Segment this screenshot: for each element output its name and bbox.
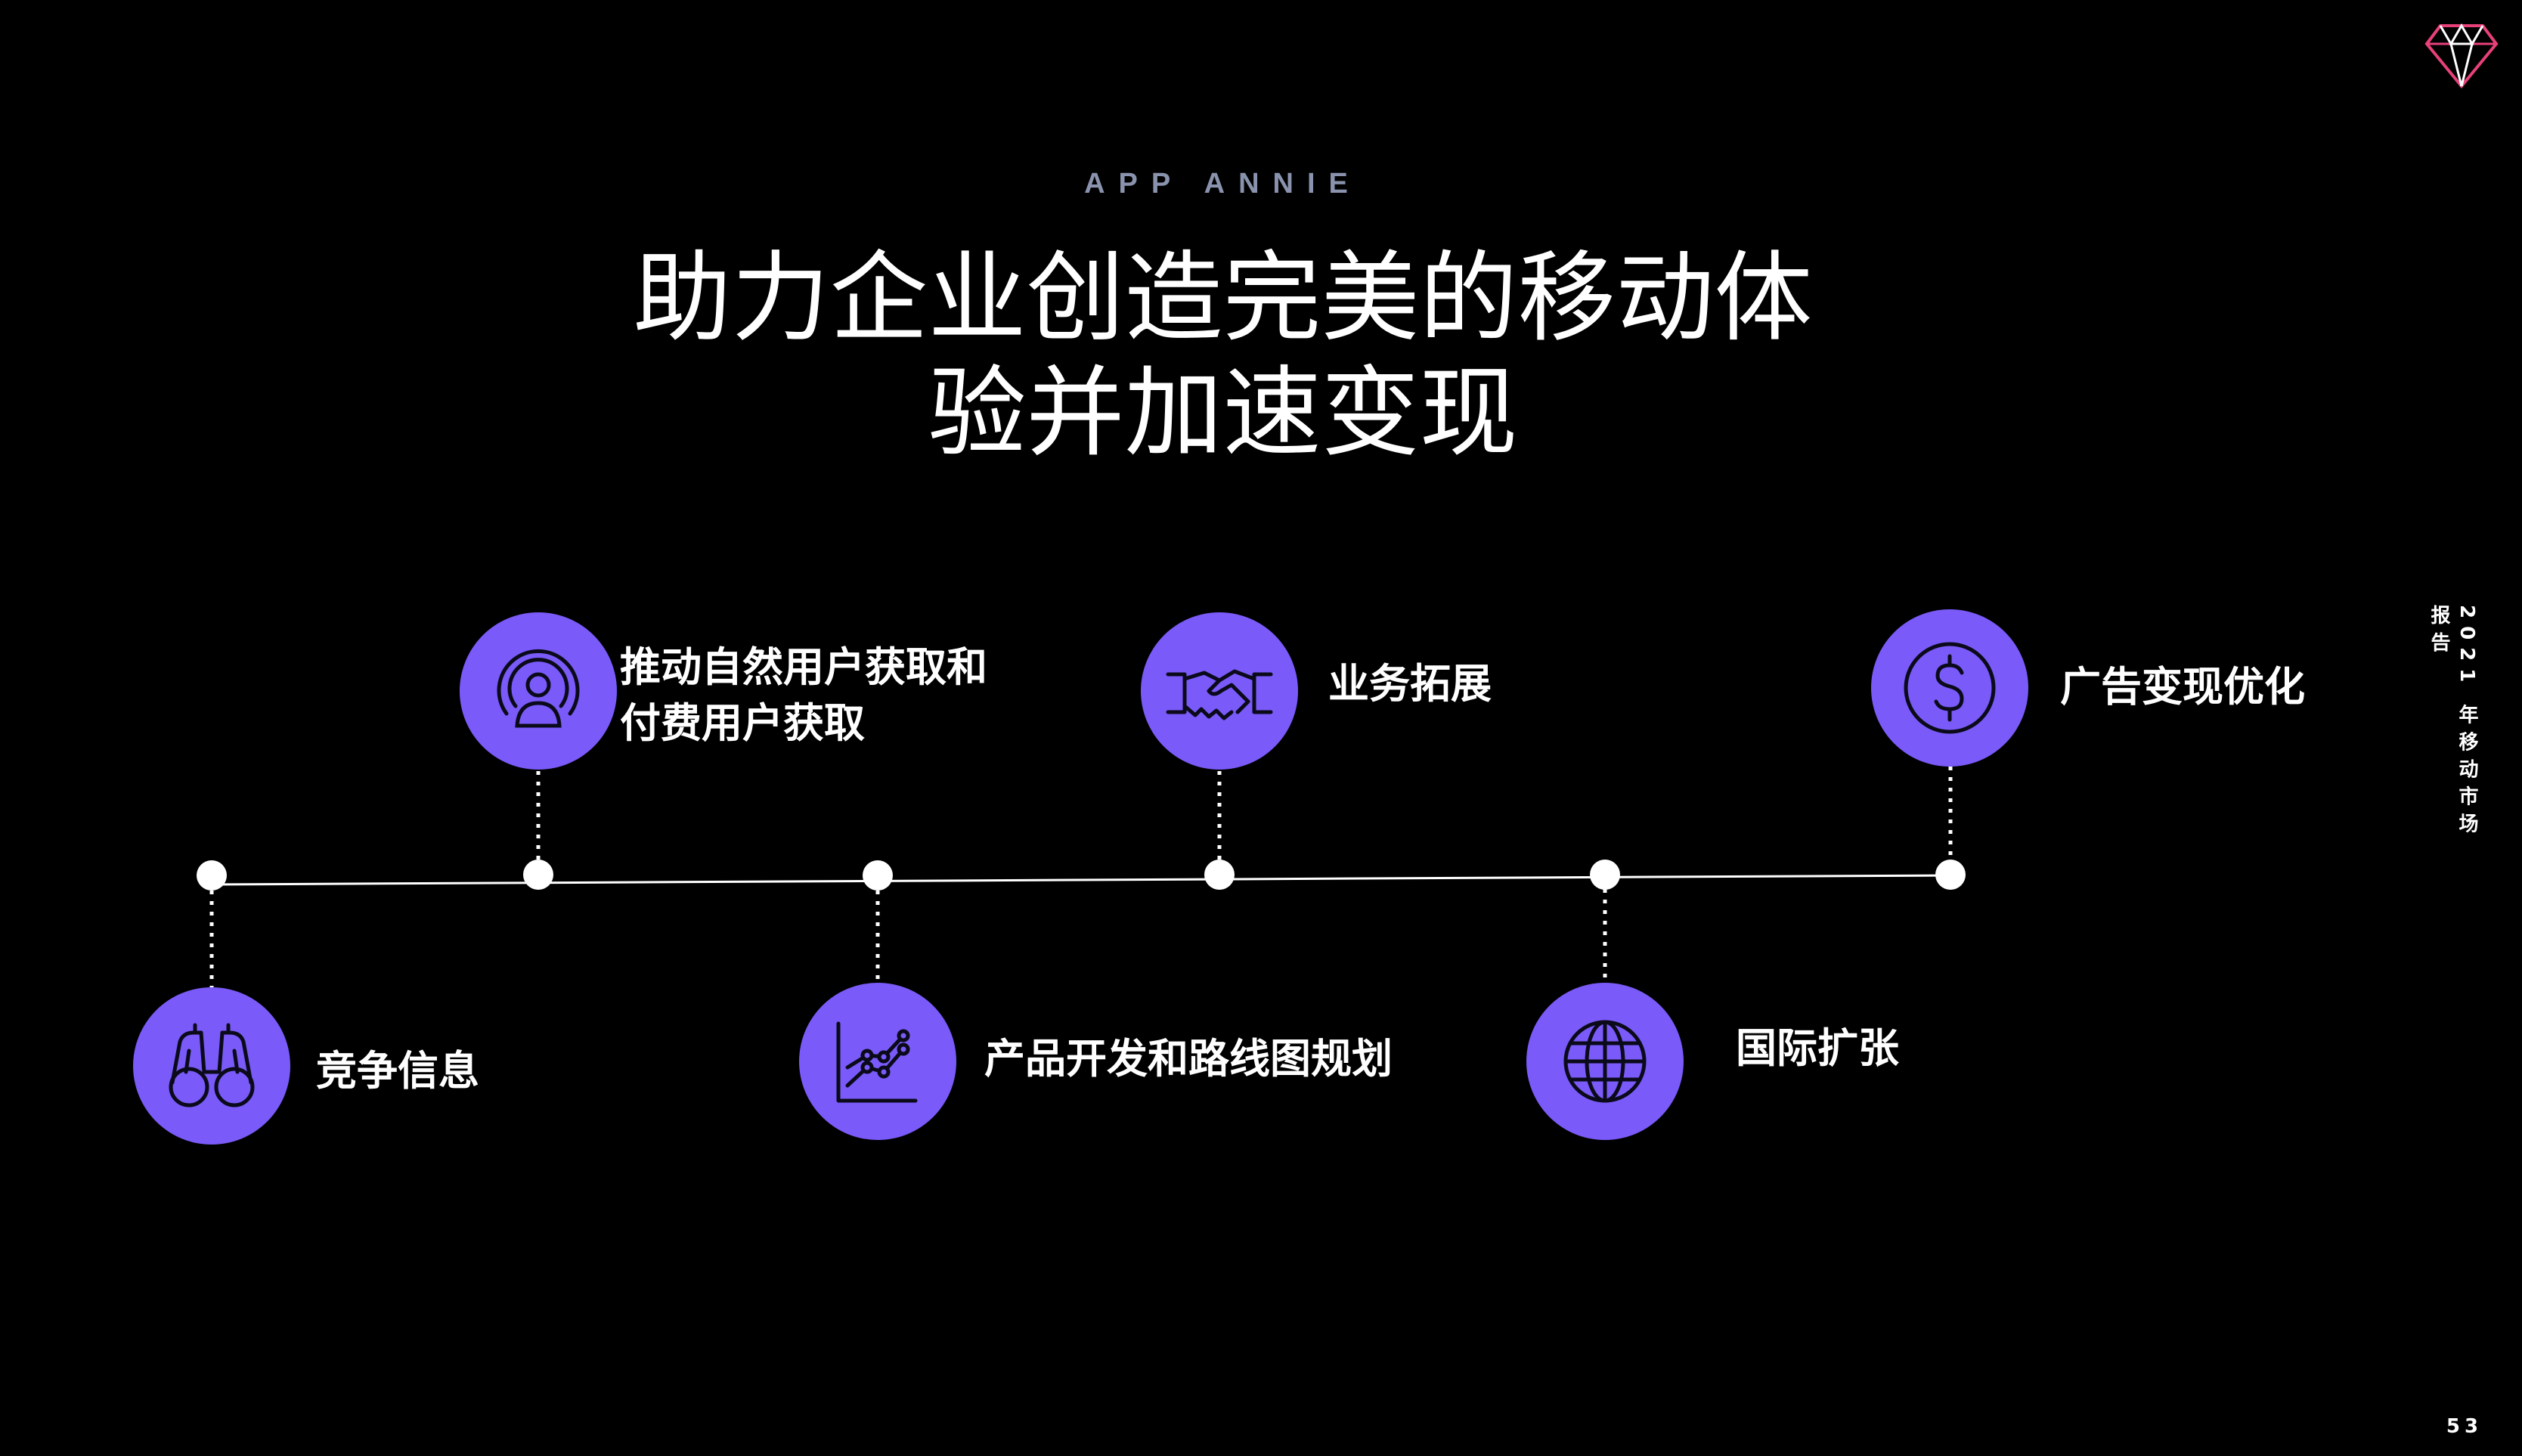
target-user-icon xyxy=(460,612,617,770)
handshake-icon xyxy=(1141,612,1298,770)
globe-icon xyxy=(1526,983,1684,1140)
milestone-label-user-acquisition-line-2: 付费用户获取 xyxy=(620,699,865,747)
milestone-label-business-expansion: 业务拓展 xyxy=(1328,660,1492,708)
milestone-label-user-acquisition-line-1: 推动自然用户获取和 xyxy=(620,643,987,691)
milestone-label-ad-monetization: 广告变现优化 xyxy=(2060,663,2305,711)
milestone-label-competitive-intel: 竞争信息 xyxy=(316,1047,479,1095)
timeline-dot-5 xyxy=(1590,860,1620,890)
timeline-dot-1 xyxy=(197,860,227,891)
timeline-dot-6 xyxy=(1935,860,1966,890)
timeline-axis xyxy=(209,874,1950,886)
milestone-label-international: 国际扩张 xyxy=(1736,1024,1899,1072)
milestone-label-user-acquisition: 推动自然用户获取和 付费用户获取 xyxy=(620,640,987,751)
timeline-dot-2 xyxy=(523,860,553,890)
milestone-label-product-roadmap: 产品开发和路线图规划 xyxy=(984,1035,1393,1083)
timeline-dot-3 xyxy=(863,860,893,891)
timeline-dot-4 xyxy=(1204,860,1235,890)
binoculars-icon xyxy=(133,987,290,1145)
line-chart-icon xyxy=(799,983,956,1140)
dollar-coin-icon xyxy=(1871,609,2028,767)
